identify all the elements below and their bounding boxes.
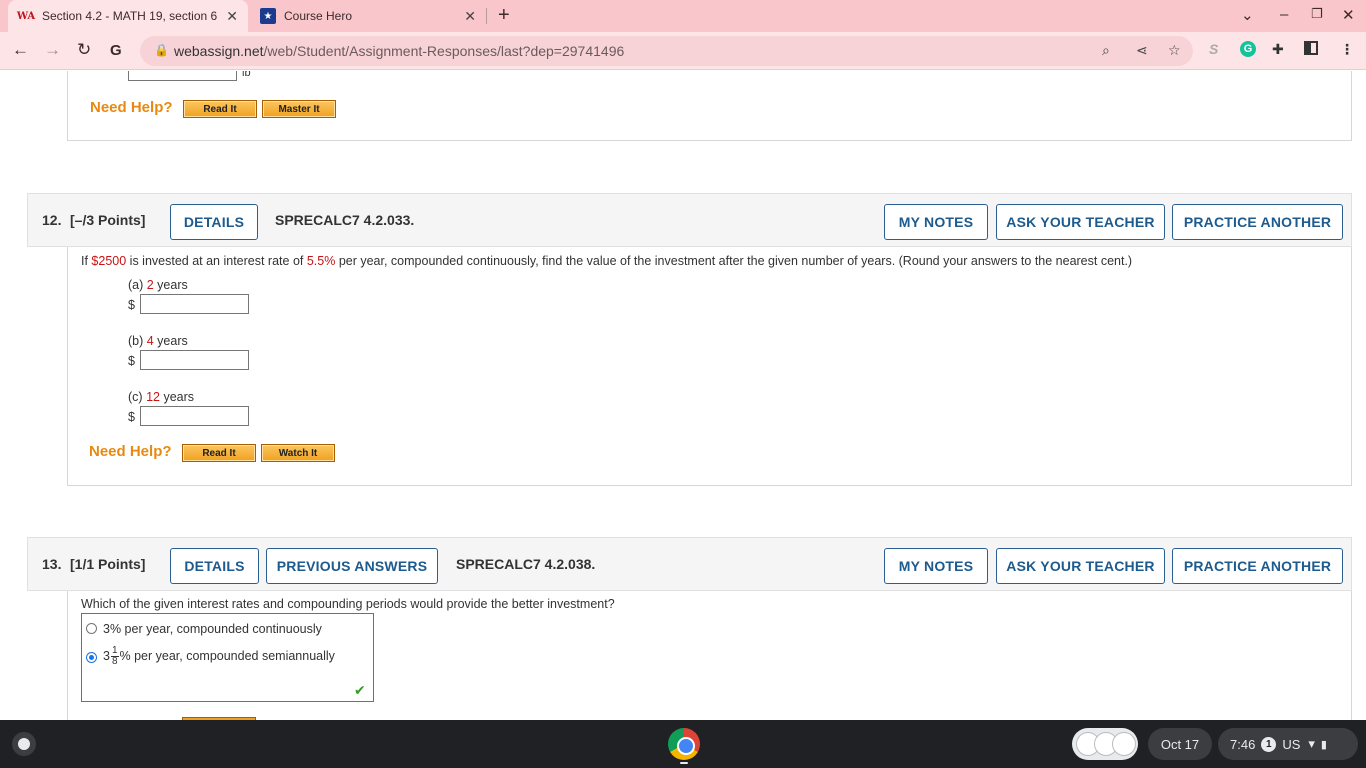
correct-check-icon: ✔	[354, 682, 366, 698]
time-label: 7:46	[1230, 736, 1256, 752]
grammarly-icon[interactable]: G	[1240, 41, 1256, 57]
close-window-icon[interactable]: ✕	[1342, 6, 1355, 24]
need-help-label: Need Help?	[89, 443, 172, 460]
webassign-icon: WA	[16, 10, 36, 22]
close-tab-icon[interactable]: ✕	[226, 8, 238, 25]
tab-title: Course Hero	[284, 9, 353, 23]
question-code: SPRECALC7 4.2.033.	[275, 212, 415, 228]
question-code: SPRECALC7 4.2.038.	[456, 556, 596, 572]
q13-question-text: Which of the given interest rates and co…	[81, 597, 615, 611]
chrome-icon[interactable]	[668, 728, 700, 760]
details-button[interactable]: DETAILS	[170, 204, 258, 240]
part-b-answer-input[interactable]	[140, 350, 249, 370]
date-label: Oct 17	[1160, 736, 1200, 752]
question-points: [1/1 Points]	[70, 556, 146, 572]
share-icon[interactable]: ⋖	[1136, 42, 1148, 59]
details-button[interactable]: DETAILS	[170, 548, 259, 584]
part-a-label: (a) 2 years	[128, 278, 188, 292]
read-it-button[interactable]: Read It	[182, 444, 256, 462]
option-1-radio[interactable]	[86, 623, 97, 634]
url-text: webassign.net/web/Student/Assignment-Res…	[174, 43, 625, 59]
question-number: 12.	[42, 212, 62, 228]
dollar-sign: $	[128, 410, 135, 424]
master-it-button[interactable]: Master It	[262, 100, 336, 118]
my-notes-button[interactable]: MY NOTES	[884, 204, 988, 240]
zoom-icon[interactable]: ⌕	[1102, 42, 1110, 59]
watch-it-button[interactable]: Watch It	[261, 444, 335, 462]
part-b-label: (b) 4 years	[128, 334, 188, 348]
side-panel-icon[interactable]	[1304, 41, 1318, 55]
read-it-button[interactable]: Read It	[183, 100, 257, 118]
os-shelf: Oct 17 7:46 1 US ▾ ▮	[0, 720, 1366, 768]
google-icon[interactable]: G	[110, 42, 122, 59]
question-11-box: lb Need Help? Read It Master It	[67, 71, 1352, 141]
page-content: lb Need Help? Read It Master It 12. [–/3…	[0, 71, 1366, 720]
part-c-label: (c) 12 years	[128, 390, 195, 404]
notification-badge: 1	[1261, 736, 1277, 752]
dollar-sign: $	[128, 298, 135, 312]
reload-icon[interactable]: ↻	[77, 40, 91, 60]
practice-another-button[interactable]: PRACTICE ANOTHER	[1172, 204, 1343, 240]
back-arrow-icon[interactable]: ←	[12, 40, 29, 60]
forward-arrow-icon[interactable]: →	[44, 40, 61, 60]
previous-answers-button[interactable]: PREVIOUS ANSWERS	[266, 548, 438, 584]
question-12-box	[67, 247, 1352, 486]
new-tab-icon[interactable]: +	[498, 4, 510, 27]
extension-s-icon[interactable]: S	[1209, 41, 1218, 57]
wifi-icon: ▾	[1308, 736, 1315, 751]
tab-webassign[interactable]: WA Section 4.2 - MATH 19, section 6 ✕	[8, 0, 248, 32]
tab-separator	[486, 8, 487, 24]
q12-question-text: If $2500 is invested at an interest rate…	[81, 254, 1133, 268]
tab-search-icon[interactable]: ⌄	[1241, 6, 1254, 24]
option-2-label[interactable]: 3 1 8% per year, compounded semiannually	[103, 646, 335, 667]
coursehero-icon: ★	[260, 8, 276, 24]
question-13-header: 13. [1/1 Points] DETAILS PREVIOUS ANSWER…	[27, 537, 1352, 591]
running-indicator	[680, 762, 688, 764]
practice-another-button[interactable]: PRACTICE ANOTHER	[1172, 548, 1343, 584]
q11-answer-input[interactable]	[128, 71, 237, 81]
option-2-radio[interactable]	[86, 652, 97, 663]
locale-label: US	[1282, 736, 1301, 752]
extensions-puzzle-icon[interactable]: ✚	[1272, 41, 1284, 58]
status-tray[interactable]: 7:46 1 US ▾ ▮	[1218, 728, 1358, 760]
tab-strip: WA Section 4.2 - MATH 19, section 6 ✕ ★ …	[0, 0, 1366, 32]
question-points: [–/3 Points]	[70, 212, 146, 228]
question-number: 13.	[42, 556, 62, 572]
q11-unit: lb	[242, 71, 251, 79]
tab-course-hero[interactable]: ★ Course Hero ✕	[250, 0, 486, 32]
holding-space-thumbnails[interactable]	[1072, 728, 1138, 760]
part-c-answer-input[interactable]	[140, 406, 249, 426]
minimize-icon[interactable]: –	[1280, 6, 1288, 23]
restore-icon[interactable]: ❐	[1311, 6, 1323, 22]
tab-title: Section 4.2 - MATH 19, section 6	[42, 9, 218, 23]
question-12-header: 12. [–/3 Points] DETAILS SPRECALC7 4.2.0…	[27, 193, 1352, 247]
bookmark-star-icon[interactable]: ☆	[1168, 42, 1181, 59]
browser-toolbar: ← → ↻ G 🔒 webassign.net/web/Student/Assi…	[0, 32, 1366, 70]
ask-your-teacher-button[interactable]: ASK YOUR TEACHER	[996, 548, 1165, 584]
need-help-label: Need Help?	[90, 99, 173, 116]
lock-icon[interactable]: 🔒	[154, 43, 169, 57]
my-notes-button[interactable]: MY NOTES	[884, 548, 988, 584]
date-tray[interactable]: Oct 17	[1148, 728, 1212, 760]
part-a-answer-input[interactable]	[140, 294, 249, 314]
address-bar[interactable]: 🔒 webassign.net/web/Student/Assignment-R…	[140, 36, 1193, 66]
ask-your-teacher-button[interactable]: ASK YOUR TEACHER	[996, 204, 1165, 240]
option-1-label[interactable]: 3% per year, compounded continuously	[103, 622, 322, 636]
battery-icon: ▮	[1320, 738, 1327, 751]
menu-kebab-icon[interactable]: ⋮	[1340, 41, 1354, 58]
launcher-icon[interactable]	[12, 732, 36, 756]
dollar-sign: $	[128, 354, 135, 368]
close-tab-icon[interactable]: ✕	[464, 8, 476, 25]
